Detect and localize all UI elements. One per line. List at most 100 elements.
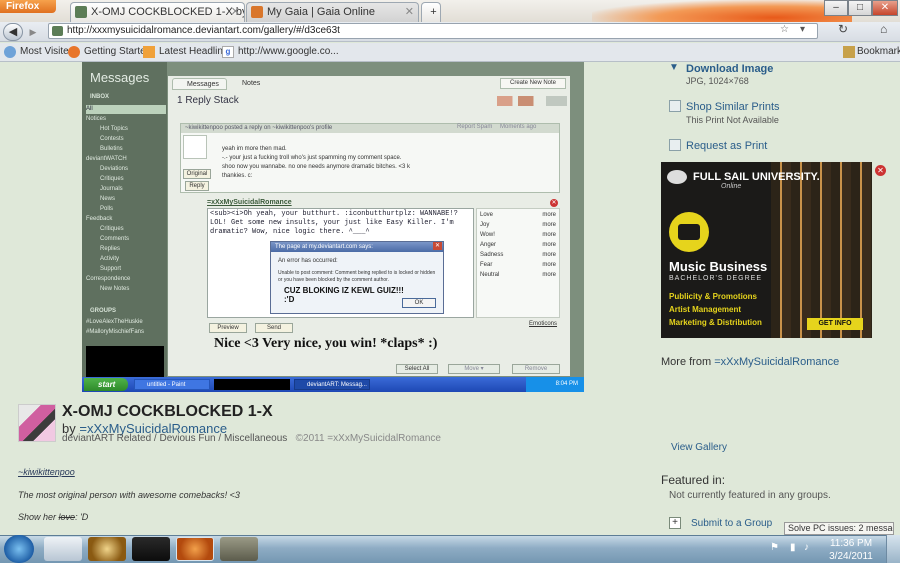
close-tab-icon[interactable]: ✕ <box>405 3 414 21</box>
bookmark-getting-started[interactable]: Getting Started <box>68 45 151 59</box>
nav-critiques[interactable]: Critiques <box>86 175 166 184</box>
advertisement[interactable]: FULL SAIL UNIVERSITY. Online Music Busin… <box>661 162 872 338</box>
select-all-button[interactable]: Select All <box>396 364 438 374</box>
bookmark-most-visited[interactable]: Most Visited <box>4 45 74 59</box>
nav-journals[interactable]: Journals <box>86 185 166 194</box>
close-window-button[interactable]: ✕ <box>872 0 898 16</box>
tray-speaker-icon[interactable]: ♪ <box>804 542 809 553</box>
nav-polls[interactable]: Polls <box>86 205 166 214</box>
more-link[interactable]: more <box>542 251 556 259</box>
reply-button[interactable]: Reply <box>185 181 209 191</box>
firefox-menu-button[interactable]: Firefox <box>0 0 56 13</box>
alert-close-icon[interactable]: ✕ <box>433 242 442 250</box>
nav-news[interactable]: News <box>86 195 166 204</box>
ad-cta-button[interactable]: GET INFO <box>807 318 863 330</box>
nav-hot-topics[interactable]: Hot Topics <box>86 125 166 134</box>
tray-time[interactable]: 11:36 PM <box>826 538 876 549</box>
taskbar-wow-icon[interactable] <box>88 537 126 561</box>
mood-joy[interactable]: Joy more <box>480 221 556 229</box>
close-tab-icon[interactable]: ✕ <box>231 3 240 21</box>
reply-author[interactable]: =xXxMySuicidalRomance <box>207 199 292 206</box>
tray-flag-icon[interactable]: ⚑ <box>770 542 779 553</box>
nav-all[interactable]: All <box>86 105 166 114</box>
report-spam-link[interactable]: Report Spam <box>457 124 492 130</box>
bookmark-star-icon[interactable]: ☆ <box>780 24 789 35</box>
taskbar-starwars-icon[interactable] <box>132 537 170 561</box>
minimize-button[interactable]: – <box>824 0 848 16</box>
mood-neutral[interactable]: Neutral more <box>480 271 556 279</box>
bookmark-google[interactable]: g http://www.google.co... <box>222 45 339 59</box>
bookmark-latest-headlines[interactable]: Latest Headlines <box>143 45 234 59</box>
nav-notices[interactable]: Notices <box>86 115 166 124</box>
tray-date[interactable]: 3/24/2011 <box>826 551 876 562</box>
original-button[interactable]: Original <box>183 169 211 179</box>
plus-icon[interactable]: + <box>669 517 681 529</box>
dropdown-arrow-icon[interactable]: ▾ <box>800 24 816 35</box>
deviation-image[interactable]: Messages INBOX All Notices Hot Topics Co… <box>82 62 584 392</box>
more-link[interactable]: more <box>542 261 556 269</box>
tab-gaia[interactable]: My Gaia | Gaia Online ✕ <box>246 2 419 22</box>
mood-fear[interactable]: Fear more <box>480 261 556 269</box>
new-tab-button[interactable]: + <box>421 2 441 22</box>
home-icon[interactable]: ⌂ <box>880 22 898 40</box>
nav-replies[interactable]: Replies <box>86 245 166 254</box>
back-button[interactable]: ◀ <box>3 23 23 41</box>
download-image-link[interactable]: Download Image <box>686 63 773 75</box>
more-link[interactable]: more <box>542 241 556 249</box>
taskbar-firefox-icon[interactable] <box>176 537 214 561</box>
remove-button[interactable]: Remove <box>512 364 560 374</box>
maximize-button[interactable]: □ <box>848 0 872 16</box>
submit-group-link[interactable]: Submit to a Group <box>691 518 772 529</box>
preview-button[interactable]: Preview <box>209 323 247 333</box>
nav-activity[interactable]: Activity <box>86 255 166 264</box>
mood-wow[interactable]: Wow! more <box>480 231 556 239</box>
xp-start-button[interactable]: start <box>84 378 128 391</box>
show-desktop-button[interactable] <box>886 535 900 563</box>
author-avatar[interactable] <box>18 404 56 442</box>
more-link[interactable]: more <box>542 271 556 279</box>
move-button[interactable]: Move ▾ <box>448 364 500 374</box>
more-link[interactable]: more <box>542 221 556 229</box>
tray-network-icon[interactable]: ▮ <box>790 542 796 553</box>
nav-support[interactable]: Support <box>86 265 166 274</box>
nav-new-notes[interactable]: New Notes <box>86 285 166 294</box>
nav-correspondence[interactable]: Correspondence <box>86 275 166 284</box>
send-button[interactable]: Send <box>255 323 293 333</box>
close-ad-icon[interactable]: ✕ <box>875 165 886 176</box>
category-path[interactable]: deviantART Related / Devious Fun / Misce… <box>62 433 287 444</box>
emoticons-link[interactable]: Emoticons <box>529 320 557 328</box>
nav-group-2[interactable]: #MalloryMischiefFans <box>86 328 166 337</box>
taskbar-gimp-icon[interactable] <box>220 537 258 561</box>
mood-sadness[interactable]: Sadness more <box>480 251 556 259</box>
xp-task-paint[interactable]: untitled - Paint <box>134 379 210 390</box>
nav-comments[interactable]: Comments <box>86 235 166 244</box>
nav-bulletins[interactable]: Bulletins <box>86 145 166 154</box>
url-bar[interactable]: http://xxxmysuicidalromance.deviantart.c… <box>48 23 818 39</box>
nav-group-1[interactable]: #LoveAlexTheHuskie <box>86 318 166 327</box>
view-gallery-link[interactable]: View Gallery <box>671 442 727 453</box>
nav-deviations[interactable]: Deviations <box>86 165 166 174</box>
nav-critiques-feedback[interactable]: Critiques <box>86 225 166 234</box>
tab-active[interactable]: X-OMJ COCKBLOCKED 1-X by =xXxM... ✕ <box>70 2 245 22</box>
nav-deviantwatch[interactable]: deviantWATCH <box>86 155 166 164</box>
desc-user-link[interactable]: ~kiwikittenpoo <box>18 467 75 477</box>
nav-feedback[interactable]: Feedback <box>86 215 166 224</box>
forward-button[interactable]: ▶ <box>25 25 41 39</box>
alert-ok-button[interactable]: OK <box>402 298 436 308</box>
close-reply-icon[interactable]: ✕ <box>550 199 558 207</box>
more-link[interactable]: more <box>542 211 556 219</box>
windows-start-button[interactable] <box>4 535 34 563</box>
mood-love[interactable]: Love more <box>480 211 556 219</box>
mood-anger[interactable]: Anger more <box>480 241 556 249</box>
more-link[interactable]: more <box>542 231 556 239</box>
taskbar-explorer-icon[interactable] <box>44 537 82 561</box>
tab-notes[interactable]: Notes <box>230 78 275 89</box>
view-toggle-icons[interactable] <box>497 96 567 106</box>
request-print-link[interactable]: Request as Print <box>686 140 767 152</box>
avatar[interactable] <box>183 135 207 159</box>
more-from-user-link[interactable]: =xXxMySuicidalRomance <box>714 356 839 368</box>
xp-task-deviantart[interactable]: deviantART: Messag... <box>294 379 370 390</box>
nav-contests[interactable]: Contests <box>86 135 166 144</box>
create-note-button[interactable]: Create New Note <box>500 78 566 89</box>
profile-link[interactable]: ~kiwikittenpoo's profile <box>272 125 332 131</box>
